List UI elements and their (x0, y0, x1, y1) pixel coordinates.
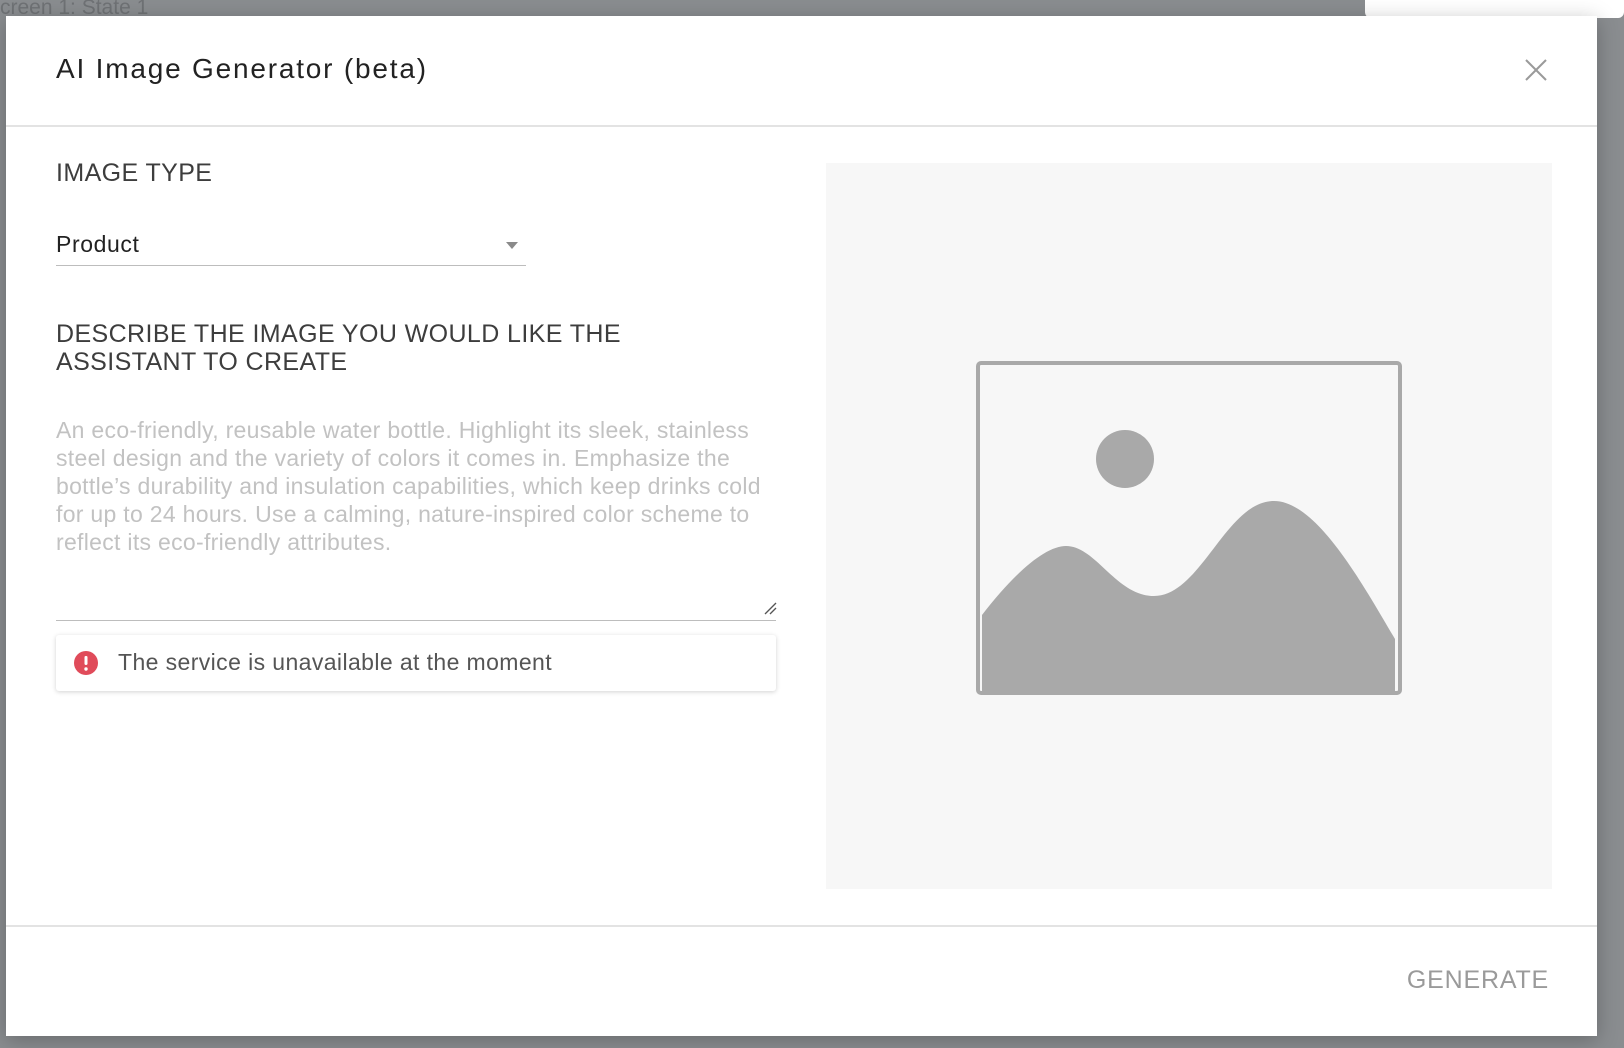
dialog-title: AI Image Generator (beta) (56, 53, 428, 84)
error-alert: The service is unavailable at the moment (56, 635, 776, 691)
image-preview-panel (826, 163, 1552, 889)
dialog-footer: GENERATE (6, 925, 1597, 1038)
image-type-select[interactable]: Product (56, 223, 526, 266)
close-button[interactable] (1520, 54, 1552, 86)
image-type-selected-value: Product (56, 231, 140, 257)
chevron-down-icon (506, 242, 518, 249)
image-type-label: IMAGE TYPE (56, 159, 213, 187)
ai-image-generator-dialog: AI Image Generator (beta) IMAGE TYPE Pro… (6, 16, 1597, 1036)
description-label: DESCRIBE THE IMAGE YOU WOULD LIKE THE AS… (56, 320, 621, 376)
close-icon (1525, 59, 1547, 81)
error-icon (74, 651, 98, 675)
description-textarea[interactable] (56, 416, 776, 621)
generate-button[interactable]: GENERATE (1407, 966, 1549, 995)
image-placeholder-icon (976, 361, 1402, 695)
resize-handle-icon[interactable] (763, 601, 777, 615)
error-message: The service is unavailable at the moment (118, 649, 553, 675)
dialog-header: AI Image Generator (beta) (6, 16, 1597, 127)
